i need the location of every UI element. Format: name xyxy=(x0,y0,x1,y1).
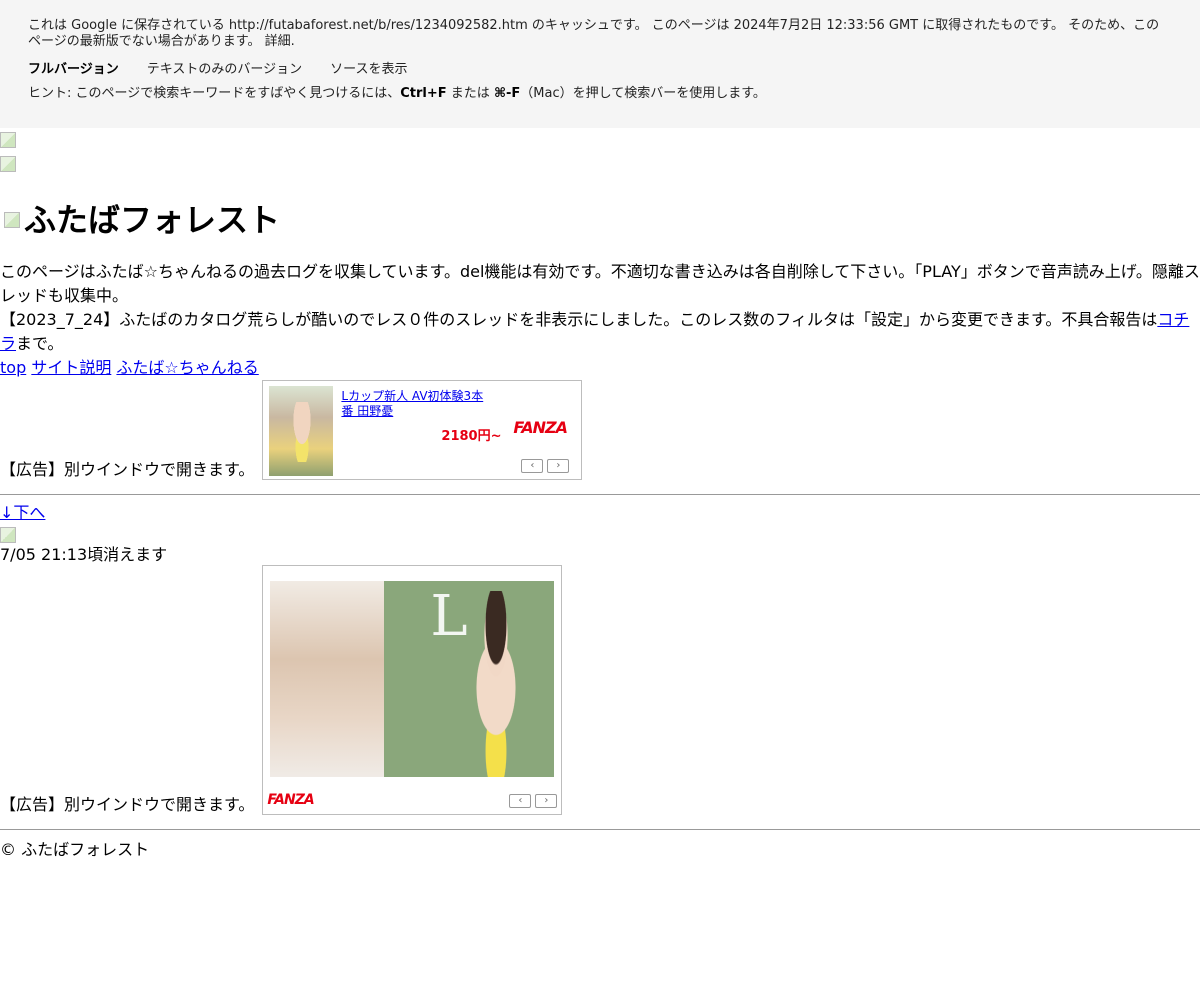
nav-futaba-link[interactable]: ふたば☆ちゃんねる xyxy=(116,358,258,377)
ad-label: 【広告】別ウインドウで開きます。 xyxy=(0,460,255,479)
nav-top-link[interactable]: top xyxy=(0,358,26,377)
scroll-down-link[interactable]: ↓下へ xyxy=(0,503,45,522)
site-title: ふたばフォレスト xyxy=(0,198,1200,242)
site-nav: top サイト説明 ふたば☆ちゃんねる xyxy=(0,356,1200,380)
ad-row-1: 【広告】別ウインドウで開きます。 Lカップ新人 AV初体験3本番 田野憂 218… xyxy=(0,380,1200,480)
cache-banner: これは Google に保存されている http://futabaforest.… xyxy=(0,0,1200,128)
ad-row-2: 【広告】別ウインドウで開きます。 L FANZA ‹ › xyxy=(0,565,1200,815)
notice-text: 【2023_7_24】ふたばのカタログ荒らしが酷いのでレス０件のスレッドを非表示… xyxy=(0,310,1190,353)
broken-image-icon xyxy=(0,527,16,543)
chevron-right-icon[interactable]: › xyxy=(547,459,570,473)
ad-banner-1[interactable]: Lカップ新人 AV初体験3本番 田野憂 2180円~ FANZA ‹ › xyxy=(262,380,583,480)
ad-price: 2180円~ xyxy=(441,429,502,444)
view-source-link[interactable]: ソースを表示 xyxy=(330,62,407,78)
chevron-left-icon[interactable]: ‹ xyxy=(509,794,532,808)
chevron-right-icon[interactable]: › xyxy=(535,794,558,808)
intro-text: このページはふたば☆ちゃんねるの過去ログを収集しています。del機能は有効です。… xyxy=(0,262,1200,305)
ad-thumbnail[interactable] xyxy=(269,386,334,476)
footer-copyright: © ふたばフォレスト xyxy=(0,840,150,859)
ad-brand-logo: FANZA xyxy=(513,418,568,437)
site-intro: このページはふたば☆ちゃんねるの過去ログを収集しています。del機能は有効です。… xyxy=(0,260,1200,380)
broken-image-icon xyxy=(0,132,16,148)
cache-detail-link[interactable]: 詳細. xyxy=(265,34,295,49)
ad-banner-2[interactable]: L FANZA ‹ › xyxy=(262,565,563,815)
nav-about-link[interactable]: サイト説明 xyxy=(31,358,111,377)
ad-cover-image[interactable]: L xyxy=(270,581,555,777)
full-version-label: フルバージョン xyxy=(28,62,119,77)
thread-expire-time: 7/05 21:13頃消えます xyxy=(0,545,168,564)
divider xyxy=(0,829,1200,830)
cache-info-text: これは Google に保存されている http://futabaforest.… xyxy=(28,18,1160,49)
broken-image-stack xyxy=(0,128,1200,172)
divider xyxy=(0,494,1200,495)
ad-brand-logo: FANZA xyxy=(267,792,314,808)
thread-header: ↓下へ 7/05 21:13頃消えます xyxy=(0,501,1200,567)
ad-carousel-controls: ‹ › xyxy=(521,459,570,473)
cache-version-links: フルバージョン テキストのみのバージョン ソースを表示 xyxy=(28,62,1172,78)
ad-label: 【広告】別ウインドウで開きます。 xyxy=(0,795,255,814)
hint-key-cmd-f: ⌘-F xyxy=(493,86,521,101)
ad-carousel-controls: ‹ › xyxy=(509,794,558,808)
ad-title-link[interactable]: Lカップ新人 AV初体験3本番 田野憂 xyxy=(341,389,491,419)
hint-key-ctrl-f: Ctrl+F xyxy=(400,86,447,101)
broken-image-icon xyxy=(0,156,16,172)
site-logo-broken-image-icon xyxy=(4,212,20,228)
text-only-version-link[interactable]: テキストのみのバージョン xyxy=(147,62,302,78)
search-hint: ヒント: このページで検索キーワードをすばやく見つけるには、Ctrl+F または… xyxy=(28,86,766,101)
chevron-left-icon[interactable]: ‹ xyxy=(521,459,544,473)
